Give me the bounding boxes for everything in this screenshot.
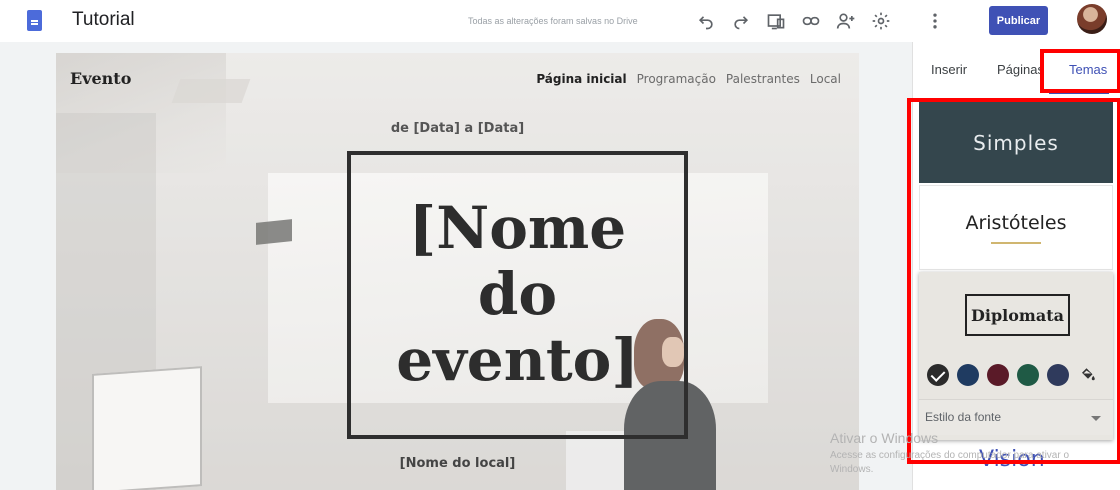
event-title-line-2: do (477, 260, 558, 328)
event-dates[interactable]: de [Data] a [Data] (56, 121, 859, 136)
event-title[interactable]: [Nome do evento] (351, 195, 684, 393)
theme-simples[interactable]: Simples (919, 102, 1113, 183)
site-logo[interactable]: Evento (70, 69, 131, 88)
theme-diplomata-label: Diplomata (965, 294, 1070, 336)
font-style-label: Estilo da fonte (925, 410, 1002, 424)
custom-color-fill-icon[interactable] (1077, 364, 1099, 386)
more-vert-icon[interactable] (922, 8, 948, 34)
theme-diplomata[interactable]: Diplomata Estilo da fonte (919, 272, 1113, 440)
highlight-box-tab (1040, 49, 1120, 93)
color-swatch-5[interactable] (1047, 364, 1069, 386)
theme-accent-bar (991, 241, 1041, 244)
nav-item-location[interactable]: Local (810, 72, 841, 86)
publish-button[interactable]: Publicar (989, 6, 1048, 35)
theme-vision-peek[interactable]: Vision (979, 447, 1045, 472)
event-title-line-1: [Nome (408, 194, 627, 262)
insert-link-icon[interactable] (798, 8, 824, 34)
nav-item-schedule[interactable]: Programação (637, 72, 716, 86)
event-title-line-3: evento] (396, 326, 639, 394)
theme-simples-label: Simples (973, 130, 1059, 155)
nav-item-home[interactable]: Página inicial (536, 72, 626, 86)
color-swatch-3[interactable] (987, 364, 1009, 386)
tab-insert[interactable]: Inserir (931, 62, 967, 77)
color-swatch-2[interactable] (957, 364, 979, 386)
sites-editor: Tutorial Todas as alterações foram salva… (0, 0, 1120, 490)
share-icon[interactable] (833, 8, 859, 34)
editor-canvas: Evento Página inicial Programação Palest… (0, 42, 912, 490)
save-status: Todas as alterações foram salvas no Driv… (468, 16, 638, 26)
chevron-down-icon (1091, 416, 1101, 421)
preview-icon[interactable] (763, 8, 789, 34)
theme-aristoteles[interactable]: Aristóteles (919, 185, 1113, 270)
nav-item-speakers[interactable]: Palestrantes (726, 72, 800, 86)
color-swatch-1[interactable] (927, 364, 949, 386)
theme-aristoteles-label: Aristóteles (965, 211, 1067, 234)
top-bar: Tutorial Todas as alterações foram salva… (0, 0, 1120, 42)
account-avatar[interactable] (1077, 4, 1107, 34)
document-title[interactable]: Tutorial (72, 9, 135, 31)
undo-icon[interactable] (693, 8, 719, 34)
font-style-dropdown[interactable]: Estilo da fonte (919, 399, 1113, 435)
site-navigation: Página inicial Programação Palestrantes … (526, 72, 841, 86)
tab-pages[interactable]: Páginas (997, 62, 1044, 77)
event-title-frame[interactable]: [Nome do evento] (347, 151, 688, 439)
color-swatch-4[interactable] (1017, 364, 1039, 386)
redo-icon[interactable] (728, 8, 754, 34)
site-page-preview[interactable]: Evento Página inicial Programação Palest… (56, 53, 859, 490)
side-panel: Inserir Páginas Temas Simples Aristótele… (907, 42, 1120, 490)
settings-icon[interactable] (868, 8, 894, 34)
sites-doc-icon[interactable] (27, 10, 42, 31)
color-swatches (927, 364, 1099, 386)
event-venue[interactable]: [Nome do local] (56, 456, 859, 471)
